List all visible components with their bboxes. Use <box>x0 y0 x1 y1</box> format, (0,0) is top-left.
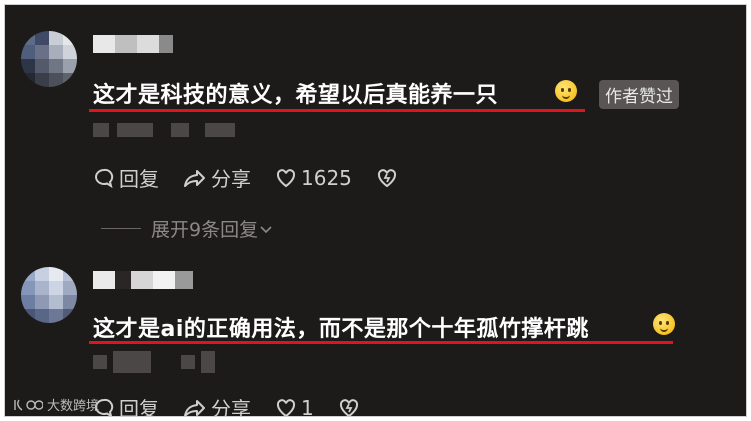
like-count: 1625 <box>301 165 352 190</box>
blurred-meta <box>117 123 153 137</box>
share-label: 分享 <box>211 167 251 191</box>
blurred-meta <box>181 355 195 369</box>
comment-actions: 回复 分享 1625 <box>93 163 426 192</box>
watermark-logo-icon <box>14 399 43 411</box>
avatar[interactable] <box>21 31 77 87</box>
reply-button[interactable]: 回复 <box>93 393 159 417</box>
blurred-meta <box>205 123 235 137</box>
author-liked-badge: 作者赞过 <box>599 80 679 109</box>
chevron-down-icon <box>260 225 272 233</box>
blurred-meta <box>93 123 109 137</box>
red-underline <box>89 109 585 112</box>
blurred-meta <box>201 351 215 373</box>
heart-icon <box>276 398 296 416</box>
reply-label: 回复 <box>119 167 159 191</box>
reply-button[interactable]: 回复 <box>93 163 159 192</box>
share-arrow-icon <box>184 399 205 416</box>
expand-label: 展开9条回复 <box>151 219 259 241</box>
share-arrow-icon <box>184 169 205 187</box>
reply-label: 回复 <box>119 397 159 417</box>
dislike-heart-icon <box>339 398 358 416</box>
avatar[interactable] <box>21 267 77 323</box>
like-count: 1 <box>301 395 314 417</box>
share-button[interactable]: 分享 <box>183 393 251 417</box>
like-button[interactable]: 1625 <box>275 166 352 190</box>
comment-text: 这才是ai的正确用法，而不是那个十年孤竹撑杆跳 <box>93 317 589 342</box>
comment-text: 这才是科技的意义，希望以后真能养一只 <box>93 83 499 108</box>
share-button[interactable]: 分享 <box>183 163 251 192</box>
comment-panel: 这才是科技的意义，希望以后真能养一只 作者赞过 回复 分享 1625 展开9条回… <box>4 4 747 417</box>
like-button[interactable]: 1 <box>275 395 314 417</box>
red-underline <box>89 341 673 344</box>
expand-replies-button[interactable]: 展开9条回复 <box>101 215 274 242</box>
share-label: 分享 <box>211 397 251 417</box>
smiley-emoji-icon <box>555 80 577 102</box>
watermark: 大数跨境 <box>13 395 99 414</box>
blurred-meta <box>113 351 151 373</box>
smiley-emoji-icon <box>653 313 675 335</box>
divider <box>101 228 141 229</box>
username[interactable] <box>93 271 193 289</box>
dislike-button[interactable] <box>338 397 364 416</box>
blurred-meta <box>93 355 107 369</box>
heart-icon <box>276 168 296 187</box>
dislike-heart-icon <box>377 168 396 187</box>
comment-bubble-icon <box>95 168 114 188</box>
username[interactable] <box>93 35 173 53</box>
dislike-button[interactable] <box>376 167 402 189</box>
watermark-text: 大数跨境 <box>47 399 100 414</box>
comment-actions: 回复 分享 1 <box>93 393 388 417</box>
blurred-meta <box>171 123 189 137</box>
